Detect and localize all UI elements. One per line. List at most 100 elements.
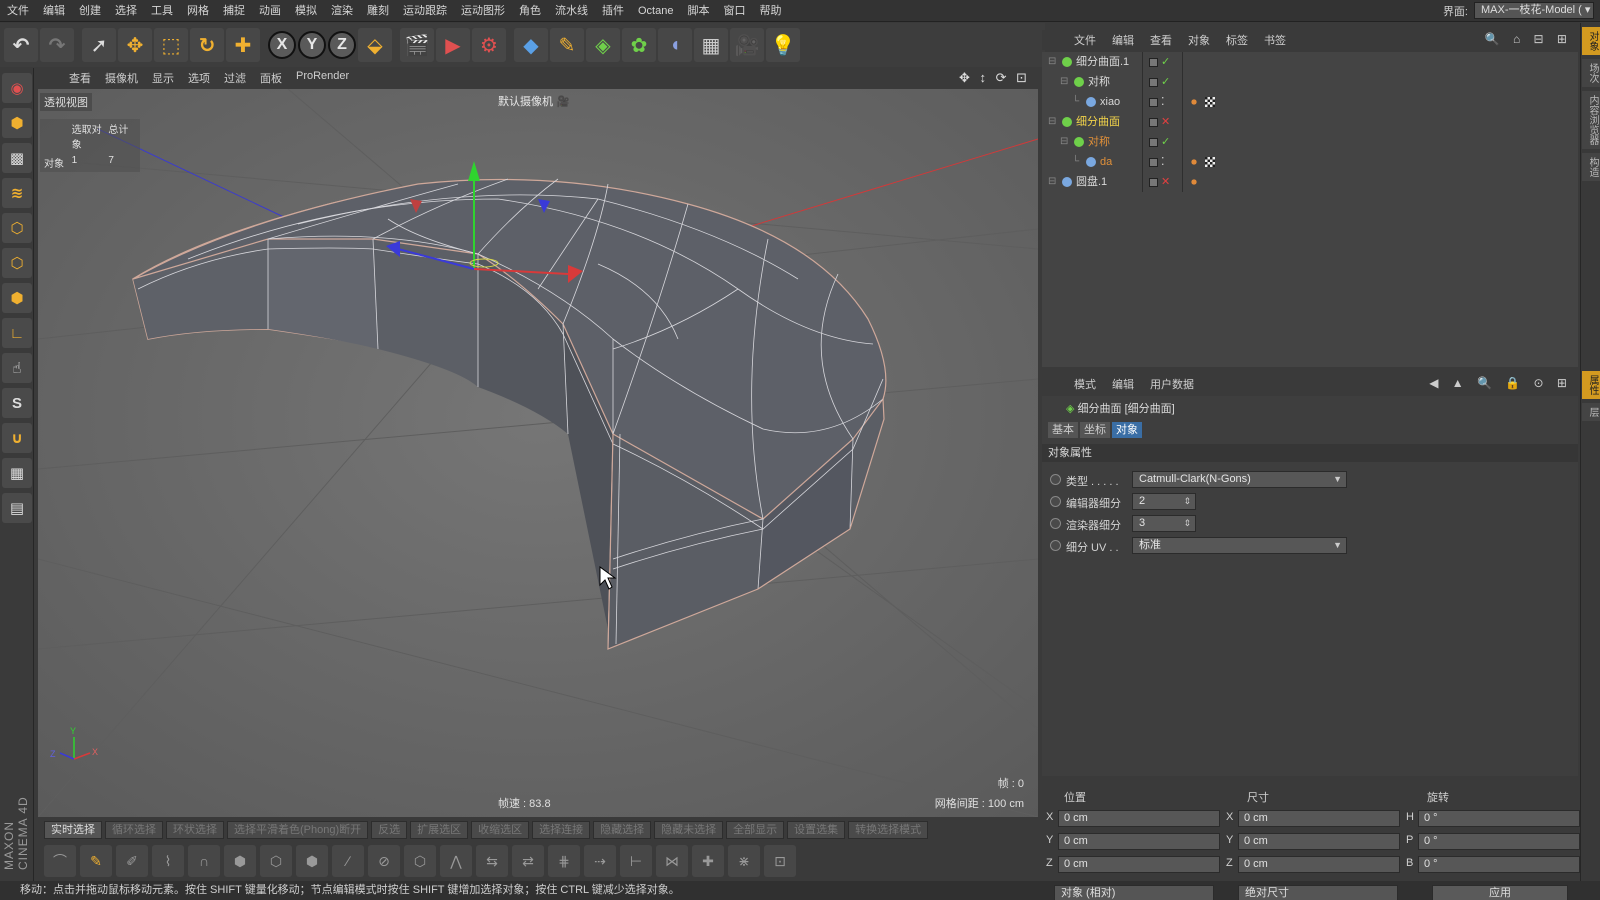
keyframe-radio[interactable]	[1050, 540, 1061, 551]
material-tag-icon[interactable]	[1205, 97, 1215, 108]
selection-tool-11[interactable]: 设置选集	[787, 821, 846, 839]
workplane-lock-icon[interactable]: ▦	[2, 458, 32, 488]
attribute-menu-item-0[interactable]: 模式	[1066, 376, 1104, 392]
object-row[interactable]: ⊟ 对称 ✓	[1042, 72, 1578, 92]
enabled-check-icon[interactable]: ✓	[1161, 56, 1170, 68]
menu-item-16[interactable]: Octane	[631, 0, 680, 22]
disabled-x-icon[interactable]: ✕	[1161, 116, 1170, 128]
coordinate-mode-dropdown[interactable]: 对象 (相对)	[1054, 885, 1214, 900]
rotation-p-field[interactable]: 0 °	[1418, 833, 1580, 850]
perspective-viewport[interactable]: Y Z X 透视视图 默认摄像机 🎥 选取对象 总计 对象 1 7 帧 : 0 帧速 …	[38, 89, 1038, 817]
tweak-mode-icon[interactable]: ☝	[2, 353, 32, 383]
menu-item-8[interactable]: 模拟	[288, 0, 324, 22]
cloner-icon[interactable]: ✿	[622, 28, 656, 62]
selection-tool-6[interactable]: 收缩选区	[471, 821, 530, 839]
camera-icon[interactable]: 🎥	[730, 28, 764, 62]
menu-item-3[interactable]: 选择	[108, 0, 144, 22]
attribute-menu-item-1[interactable]: 编辑	[1104, 376, 1142, 392]
menu-item-19[interactable]: 帮助	[752, 0, 788, 22]
viewport-menu-item-0[interactable]: 查看	[62, 70, 98, 86]
object-row[interactable]: ⊟ 细分曲面.1 ✓	[1042, 52, 1578, 72]
attribute-dropdown[interactable]: Catmull-Clark(N-Gons) ▼	[1132, 471, 1347, 488]
smooth-shift-icon[interactable]: ⇢	[584, 845, 616, 877]
enabled-check-icon[interactable]: ✓	[1161, 136, 1170, 148]
object-row[interactable]: └ xiao ⁚	[1042, 92, 1578, 112]
phong-tag-icon[interactable]	[1189, 157, 1199, 168]
selection-tool-8[interactable]: 隐藏选择	[593, 821, 652, 839]
selection-tool-4[interactable]: 反选	[371, 821, 408, 839]
attribute-menu-item-2[interactable]: 用户数据	[1142, 376, 1202, 392]
apply-button[interactable]: 应用	[1432, 885, 1568, 900]
tab-attributes[interactable]: 属性	[1582, 371, 1600, 399]
layer-swatch-icon[interactable]	[1149, 137, 1158, 147]
iron-icon[interactable]: ⋕	[548, 845, 580, 877]
redo-icon[interactable]: ↷	[40, 28, 74, 62]
keyframe-radio[interactable]	[1050, 496, 1061, 507]
undo-icon[interactable]: ↶	[4, 28, 38, 62]
loop-cut-icon[interactable]: ⊘	[368, 845, 400, 877]
menu-item-13[interactable]: 角色	[512, 0, 548, 22]
sketch-icon[interactable]: ✐	[116, 845, 148, 877]
selection-tool-12[interactable]: 转换选择模式	[848, 821, 929, 839]
layer-swatch-icon[interactable]	[1149, 117, 1158, 127]
subdivide-icon[interactable]: ⊡	[764, 845, 796, 877]
render-settings-icon[interactable]: ⚙	[472, 28, 506, 62]
tab-layers[interactable]: 层	[1582, 403, 1600, 421]
tree-toggle-icon[interactable]: ⊟	[1048, 172, 1056, 192]
menu-item-9[interactable]: 渲染	[324, 0, 360, 22]
select-arrow-icon[interactable]: ➚	[82, 28, 116, 62]
keyframe-radio[interactable]	[1050, 474, 1061, 485]
object-name[interactable]: 对称	[1088, 132, 1110, 152]
size-y-field[interactable]: 0 cm	[1238, 833, 1400, 850]
menu-item-7[interactable]: 动画	[252, 0, 288, 22]
material-tag-icon[interactable]	[1205, 157, 1215, 168]
selection-tool-5[interactable]: 扩展选区	[410, 821, 469, 839]
polygons-mode-icon[interactable]: ⬢	[2, 283, 32, 313]
menu-item-4[interactable]: 工具	[144, 0, 180, 22]
pen-icon[interactable]: ✎	[80, 845, 112, 877]
make-editable-icon[interactable]: ◉	[2, 73, 32, 103]
x-axis-lock-icon[interactable]: X	[268, 31, 296, 59]
z-axis-lock-icon[interactable]: Z	[328, 31, 356, 59]
object-menu-item-2[interactable]: 查看	[1142, 32, 1180, 48]
layout-dropdown[interactable]: MAX-一枝花-Model ( ▾	[1474, 2, 1594, 19]
viewport-menu-item-2[interactable]: 显示	[145, 70, 181, 86]
viewport-navigation-icons[interactable]: ✥ ↕ ⟳ ⊡	[959, 70, 1030, 86]
viewport-menu-item-1[interactable]: 摄像机	[98, 70, 145, 86]
object-menu-item-4[interactable]: 标签	[1218, 32, 1256, 48]
slide-icon[interactable]: ⇄	[512, 845, 544, 877]
tree-toggle-icon[interactable]: ⊟	[1060, 132, 1068, 152]
selection-tool-2[interactable]: 环状选择	[166, 821, 224, 839]
phong-tag-icon[interactable]	[1189, 97, 1199, 108]
viewport-menu-item-6[interactable]: ProRender	[289, 70, 356, 86]
tree-toggle-icon[interactable]: └	[1072, 152, 1079, 172]
brush-icon[interactable]: ⌇	[152, 845, 184, 877]
size-x-field[interactable]: 0 cm	[1238, 810, 1400, 827]
menu-item-14[interactable]: 流水线	[548, 0, 595, 22]
tree-toggle-icon[interactable]: ⊟	[1048, 52, 1056, 72]
stitch-icon[interactable]: ⋀	[440, 845, 472, 877]
points-mode-icon[interactable]: ⬡	[2, 213, 32, 243]
position-z-field[interactable]: 0 cm	[1058, 856, 1220, 873]
move-tool-icon[interactable]: ✥	[118, 28, 152, 62]
object-name[interactable]: 细分曲面.1	[1076, 52, 1129, 72]
magnet-tool-icon[interactable]: ∩	[188, 845, 220, 877]
keyframe-radio[interactable]	[1050, 518, 1061, 529]
object-row[interactable]: ⊟ 细分曲面 ✕	[1042, 112, 1578, 132]
menu-item-10[interactable]: 雕刻	[360, 0, 396, 22]
position-y-field[interactable]: 0 cm	[1058, 833, 1220, 850]
position-x-field[interactable]: 0 cm	[1058, 810, 1220, 827]
rotate-tool-icon[interactable]: ↻	[190, 28, 224, 62]
object-menu-item-3[interactable]: 对象	[1180, 32, 1218, 48]
object-row[interactable]: ⊟ 对称 ✓	[1042, 132, 1578, 152]
size-z-field[interactable]: 0 cm	[1238, 856, 1400, 873]
layer-swatch-icon[interactable]	[1149, 177, 1158, 187]
object-manager-tools[interactable]: 🔍 ⌂ ⊟ ⊞	[1485, 32, 1572, 46]
optimize-icon[interactable]: ⋇	[728, 845, 760, 877]
axis-mode-icon[interactable]: ∟	[2, 318, 32, 348]
dissolve-icon[interactable]: ⋈	[656, 845, 688, 877]
object-menu-item-5[interactable]: 书签	[1256, 32, 1294, 48]
visibility-dot-icon[interactable]: ⁚	[1161, 96, 1165, 108]
extrude-inner-icon[interactable]: ⬡	[260, 845, 292, 877]
menu-item-17[interactable]: 脚本	[680, 0, 716, 22]
